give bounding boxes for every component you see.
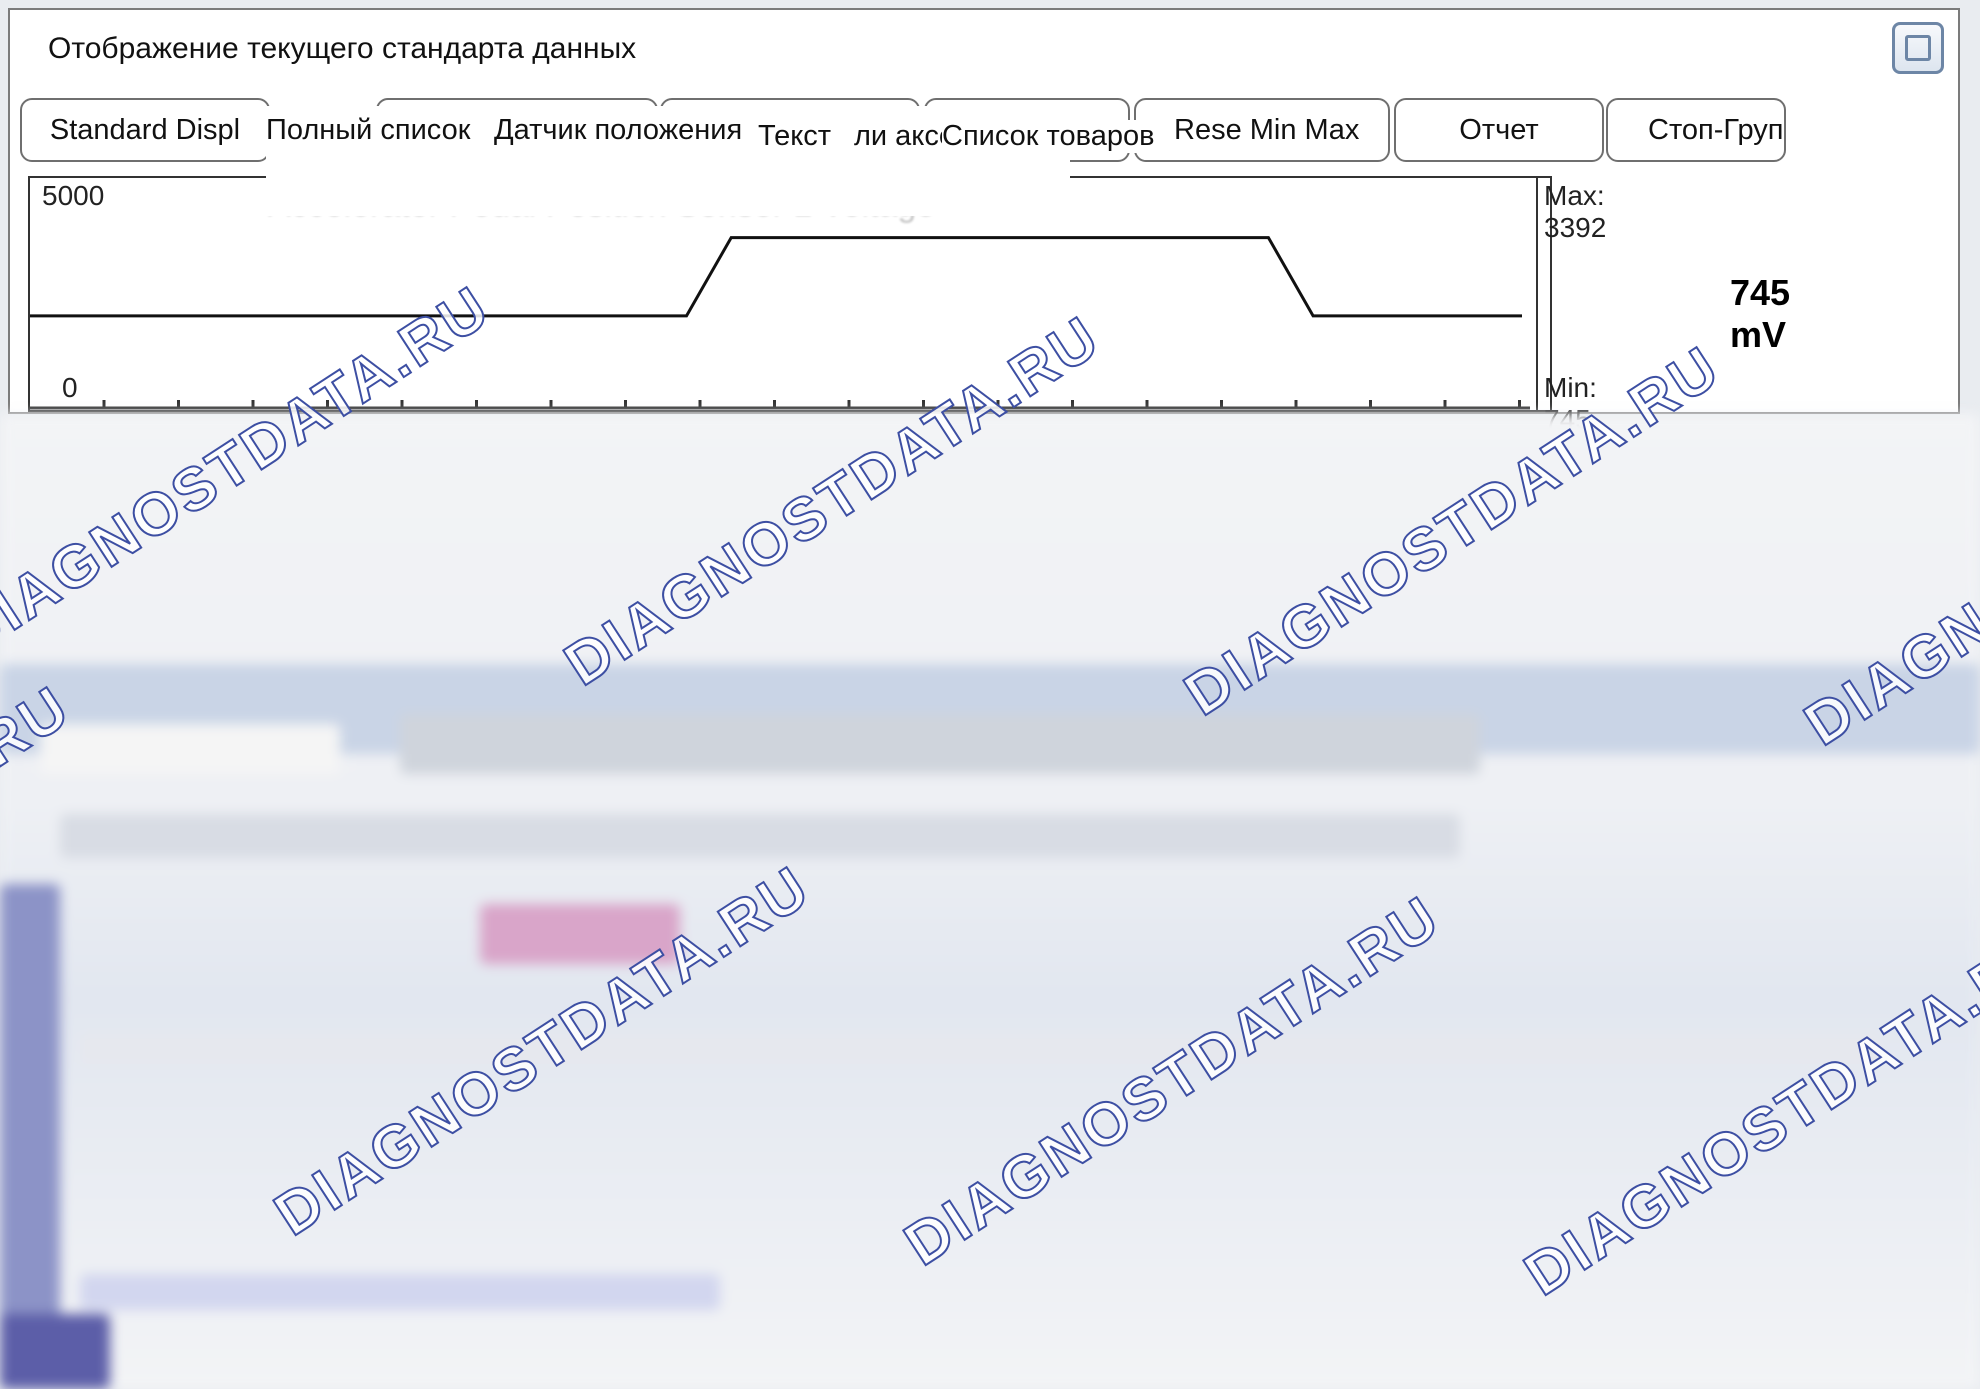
blurred-address-bar xyxy=(400,714,1480,774)
tab-standard-display[interactable]: Standard Displ xyxy=(20,98,270,162)
blurred-tab xyxy=(40,724,340,774)
tab-report-label: Отчет xyxy=(1459,114,1539,146)
tab-reset-minmax[interactable]: Rese Min Max xyxy=(1134,98,1390,162)
window-title: Отображение текущего стандарта данных xyxy=(48,32,637,65)
voltage-trace-line xyxy=(30,236,1522,318)
blurred-link xyxy=(80,1274,720,1310)
tab-label-overlay: Полный список Датчик положения Текст ли … xyxy=(266,106,1155,216)
graph-divider xyxy=(1536,178,1538,410)
tab-accel-fragment-label[interactable]: ли аксе xyxy=(854,120,955,153)
maximize-button[interactable] xyxy=(1892,22,1944,74)
tab-report[interactable]: Отчет xyxy=(1394,98,1604,162)
tab-reset-minmax-label: Rese Min Max xyxy=(1174,114,1360,146)
tab-stop-group[interactable]: Стоп-Группир xyxy=(1606,98,1786,162)
tab-product-list-label[interactable]: Список товаров xyxy=(942,120,1155,153)
maximize-icon xyxy=(1905,35,1931,61)
blurred-content-row xyxy=(80,1034,1880,1064)
tab-full-list-label[interactable]: Полный список xyxy=(266,114,470,147)
blurred-nav-bar xyxy=(60,814,1460,858)
max-readout: Max: 3392 xyxy=(1544,180,1607,243)
tab-position-sensor-label[interactable]: Датчик положения xyxy=(494,114,742,147)
tab-text-label[interactable]: Текст xyxy=(758,120,831,153)
blurred-corner xyxy=(0,1314,110,1389)
current-value: 745 mV xyxy=(1730,272,1791,355)
tab-standard-display-label: Standard Displ xyxy=(49,114,241,146)
tab-stop-group-label: Стоп-Группир xyxy=(1648,114,1784,146)
